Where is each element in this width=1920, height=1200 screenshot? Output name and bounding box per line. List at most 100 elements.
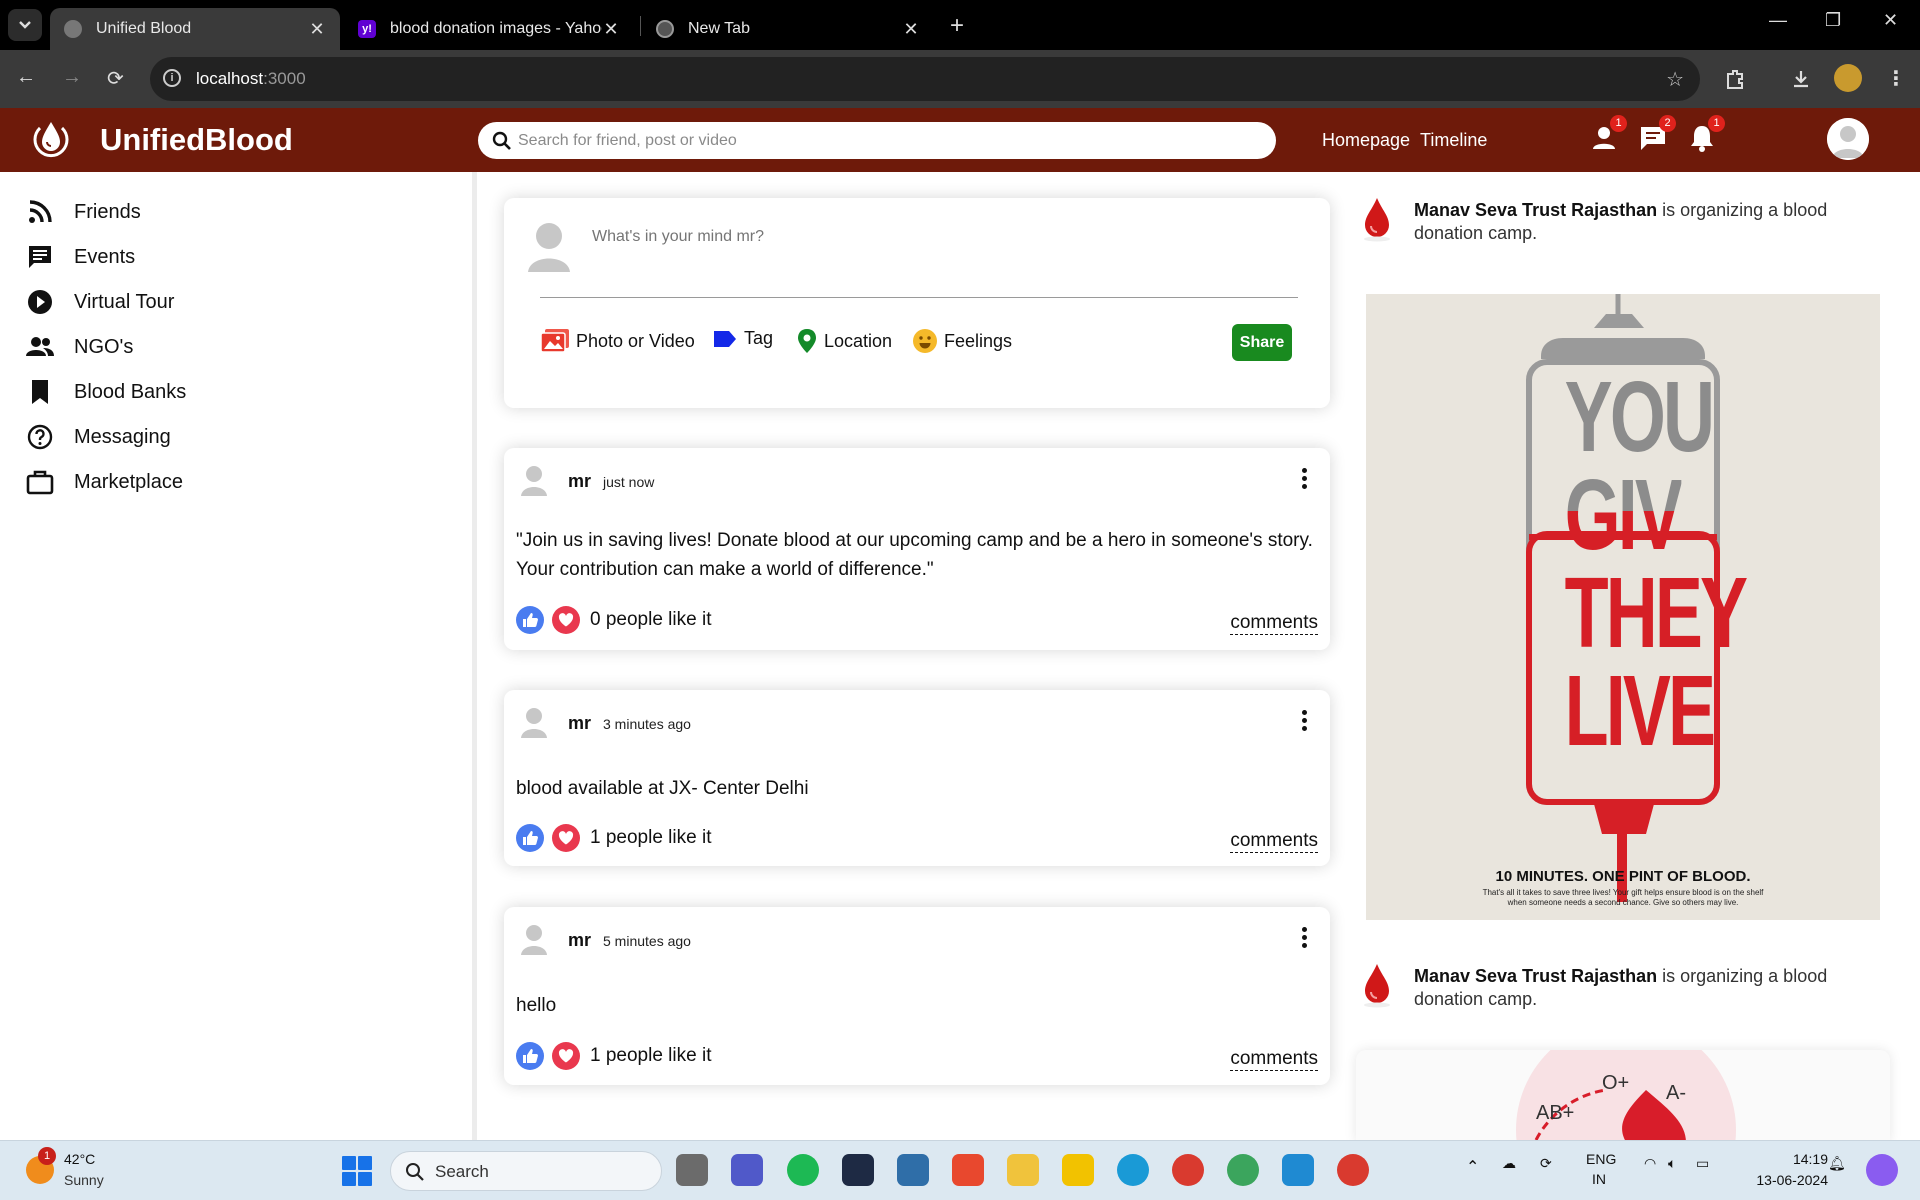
folder-icon[interactable]	[1007, 1154, 1039, 1186]
photo-video-option[interactable]: Photo or Video	[540, 328, 695, 354]
user-avatar[interactable]	[1827, 118, 1869, 160]
tab-yahoo[interactable]: y! blood donation images - Yahoo ✕	[344, 8, 634, 50]
blood-drop-icon	[1364, 198, 1390, 242]
bookmark-star-icon[interactable]: ☆	[1666, 67, 1684, 92]
post-username[interactable]: mr	[568, 930, 591, 951]
download-icon[interactable]	[1790, 68, 1812, 90]
profile-avatar-icon[interactable]	[1834, 64, 1862, 92]
tab-search-button[interactable]	[8, 9, 42, 41]
extensions-icon[interactable]	[1724, 68, 1746, 90]
sidebar-item-marketplace[interactable]: Marketplace	[26, 464, 183, 500]
language-indicator[interactable]: ENG IN	[1586, 1151, 1616, 1187]
more-options-icon[interactable]	[1302, 468, 1308, 492]
clock-time[interactable]: 14:19	[1778, 1151, 1828, 1167]
sidebar-item-friends[interactable]: Friends	[26, 194, 141, 230]
heart-icon[interactable]	[552, 606, 580, 634]
sync-icon[interactable]: ⟳	[1540, 1155, 1552, 1172]
comments-link[interactable]: comments	[1230, 830, 1318, 853]
post-input[interactable]	[592, 228, 1292, 246]
windows-start-icon[interactable]	[342, 1156, 372, 1186]
close-window-icon[interactable]: ✕	[1883, 10, 1898, 31]
homepage-link[interactable]: Homepage	[1322, 130, 1410, 151]
sidebar-item-messaging[interactable]: Messaging	[26, 419, 171, 455]
volume-icon[interactable]: 🔈︎	[1668, 1155, 1676, 1172]
weather-condition[interactable]: Sunny	[64, 1172, 104, 1188]
sidebar-item-blood-banks[interactable]: Blood Banks	[26, 374, 186, 410]
photo-video-label: Photo or Video	[576, 330, 695, 351]
site-info-icon[interactable]: i	[163, 69, 181, 87]
blood-drop-logo-icon[interactable]	[28, 116, 74, 162]
heart-icon[interactable]	[552, 1042, 580, 1070]
post-username[interactable]: mr	[568, 713, 591, 734]
teams-icon[interactable]	[731, 1154, 763, 1186]
notifications-button[interactable]: 1	[1686, 115, 1725, 154]
close-icon[interactable]: ✕	[308, 19, 326, 40]
chrome-profile-icon[interactable]	[1227, 1154, 1259, 1186]
camp-announcement: Manav Seva Trust Rajasthan is organizing…	[1414, 965, 1854, 1011]
restore-icon[interactable]: ❐	[1825, 10, 1841, 31]
blood-type-poster[interactable]: O+ A- AB+	[1356, 1050, 1890, 1142]
sidebar-item-ngos[interactable]: NGO's	[26, 329, 133, 365]
reload-icon[interactable]: ⟳	[107, 66, 124, 91]
copilot-icon[interactable]	[1866, 1154, 1898, 1186]
brand-name[interactable]: UnifiedBlood	[100, 122, 293, 158]
heart-icon[interactable]	[552, 824, 580, 852]
post-username[interactable]: mr	[568, 471, 591, 492]
user-silhouette-icon	[1827, 118, 1869, 160]
chrome-icon[interactable]	[1172, 1154, 1204, 1186]
search-bar[interactable]	[478, 122, 1276, 159]
vscode-icon[interactable]	[1282, 1154, 1314, 1186]
like-icon[interactable]	[516, 1042, 544, 1070]
tag-option[interactable]: Tag	[712, 328, 773, 349]
poster-line-they: THEY	[1564, 557, 1748, 669]
wps-office-icon[interactable]	[952, 1154, 984, 1186]
blood-donation-poster[interactable]: YOU GIVE THEY LIVE 10 MINUTES. ONE PINT …	[1366, 294, 1880, 920]
wifi-icon[interactable]: ◠	[1644, 1155, 1656, 1172]
address-bar[interactable]: i localhost:3000 ☆	[150, 57, 1700, 101]
forward-arrow-icon[interactable]: →	[62, 66, 82, 89]
search-input[interactable]	[518, 122, 1258, 159]
edge-icon[interactable]	[1117, 1154, 1149, 1186]
dev-icon[interactable]	[842, 1154, 874, 1186]
spotify-icon[interactable]	[787, 1154, 819, 1186]
minimize-icon[interactable]: —	[1769, 10, 1787, 31]
chevron-up-icon[interactable]: ⌃	[1466, 1157, 1479, 1177]
poster-small-text-2: when someone needs a second chance. Give…	[1507, 898, 1739, 907]
more-options-icon[interactable]	[1302, 710, 1308, 734]
chrome-second-profile-icon[interactable]	[1337, 1154, 1369, 1186]
more-options-icon[interactable]	[1302, 927, 1308, 951]
messages-button[interactable]: 2	[1637, 115, 1676, 154]
tab-new[interactable]: New Tab ✕	[642, 8, 934, 50]
notification-bell-icon[interactable]: 🔔︎	[1828, 1155, 1846, 1172]
new-tab-plus-icon[interactable]: +	[950, 12, 964, 40]
battery-icon[interactable]: ▭	[1696, 1155, 1709, 1172]
weather-temperature[interactable]: 42°C	[64, 1151, 95, 1167]
back-arrow-icon[interactable]: ←	[16, 66, 36, 89]
organizer-name[interactable]: Manav Seva Trust Rajasthan	[1414, 200, 1657, 220]
like-icon[interactable]	[516, 606, 544, 634]
timeline-link[interactable]: Timeline	[1420, 130, 1487, 151]
organizer-name[interactable]: Manav Seva Trust Rajasthan	[1414, 966, 1657, 986]
location-option[interactable]: Location	[796, 328, 892, 354]
like-count: 0 people like it	[590, 609, 712, 630]
close-icon[interactable]: ✕	[602, 19, 620, 40]
friend-requests-button[interactable]: 1	[1588, 115, 1627, 154]
onedrive-icon[interactable]: ☁	[1502, 1155, 1516, 1172]
region-code: IN	[1592, 1171, 1606, 1187]
snipping-tool-icon[interactable]	[897, 1154, 929, 1186]
kebab-menu-icon[interactable]: ⋮	[1886, 66, 1906, 91]
taskbar-search[interactable]: Search	[390, 1151, 662, 1191]
sidebar-item-events[interactable]: Events	[26, 239, 135, 275]
tab-unified-blood[interactable]: Unified Blood ✕	[50, 8, 340, 50]
share-button[interactable]: Share	[1232, 324, 1292, 361]
url-text[interactable]: localhost:3000	[196, 69, 306, 89]
like-icon[interactable]	[516, 824, 544, 852]
feelings-option[interactable]: Feelings	[912, 328, 1012, 354]
file-explorer-dark-icon[interactable]	[676, 1154, 708, 1186]
power-bi-icon[interactable]	[1062, 1154, 1094, 1186]
comments-link[interactable]: comments	[1230, 612, 1318, 635]
close-icon[interactable]: ✕	[902, 19, 920, 40]
comments-link[interactable]: comments	[1230, 1048, 1318, 1071]
clock-date[interactable]: 13-06-2024	[1738, 1172, 1828, 1188]
sidebar-item-virtual-tour[interactable]: Virtual Tour	[26, 284, 174, 320]
